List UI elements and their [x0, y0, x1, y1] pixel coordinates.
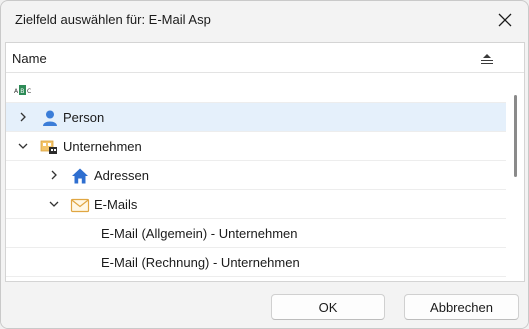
tree-row-company[interactable]: Unternehmen [6, 132, 506, 161]
dialog-footer: OK Abbrechen [1, 283, 528, 328]
chevron-down-icon[interactable] [47, 197, 61, 211]
tree-row-label-email-invoice: E-Mail (Rechnung) - Unternehmen [101, 255, 300, 270]
cancel-button[interactable]: Abbrechen [404, 294, 519, 320]
tree-row-text-field[interactable]: A B C [6, 74, 506, 103]
tree-row-email-general[interactable]: E-Mail (Allgemein) - Unternehmen [6, 219, 506, 248]
tree-row-label-person: Person [63, 110, 105, 125]
chevron-down-icon[interactable] [16, 139, 30, 153]
scrollbar-thumb[interactable] [514, 95, 517, 177]
tree-header: Name [6, 43, 524, 73]
tree-row-label-emails: E-Mails [94, 197, 138, 212]
tree-row-email-invoice[interactable]: E-Mail (Rechnung) - Unternehmen [6, 248, 506, 277]
svg-text:B: B [20, 88, 24, 95]
vertical-scrollbar[interactable] [508, 74, 524, 281]
title-bar: Zielfeld auswählen für: E-Mail Asp [1, 1, 528, 39]
sort-icon[interactable] [477, 51, 497, 67]
chevron-right-icon[interactable] [47, 168, 61, 182]
tree-row-label-email-general: E-Mail (Allgemein) - Unternehmen [101, 226, 298, 241]
abc-text-icon: A B C [14, 85, 31, 95]
envelope-icon [70, 198, 90, 213]
home-icon [72, 168, 88, 184]
close-icon [498, 13, 512, 27]
company-icon [40, 140, 57, 154]
close-button[interactable] [492, 7, 518, 33]
svg-text:C: C [27, 88, 31, 95]
tree-row-emails[interactable]: E-Mails [6, 190, 506, 219]
chevron-right-icon[interactable] [16, 110, 30, 124]
tree-row-label-company: Unternehmen [63, 139, 142, 154]
tree-row-addresses[interactable]: Adressen [6, 161, 506, 190]
tree-row-label-addresses: Adressen [94, 168, 149, 183]
svg-text:A: A [14, 88, 19, 95]
field-tree[interactable]: Name A B C Person Unternehmen Adressen E… [5, 42, 525, 282]
target-field-dialog: Zielfeld auswählen für: E-Mail Asp Name … [0, 0, 529, 329]
person-icon [43, 110, 57, 126]
column-header-name[interactable]: Name [12, 51, 47, 66]
tree-row-person[interactable]: Person [6, 103, 506, 132]
dialog-title: Zielfeld auswählen für: E-Mail Asp [15, 12, 211, 27]
ok-button[interactable]: OK [271, 294, 385, 320]
